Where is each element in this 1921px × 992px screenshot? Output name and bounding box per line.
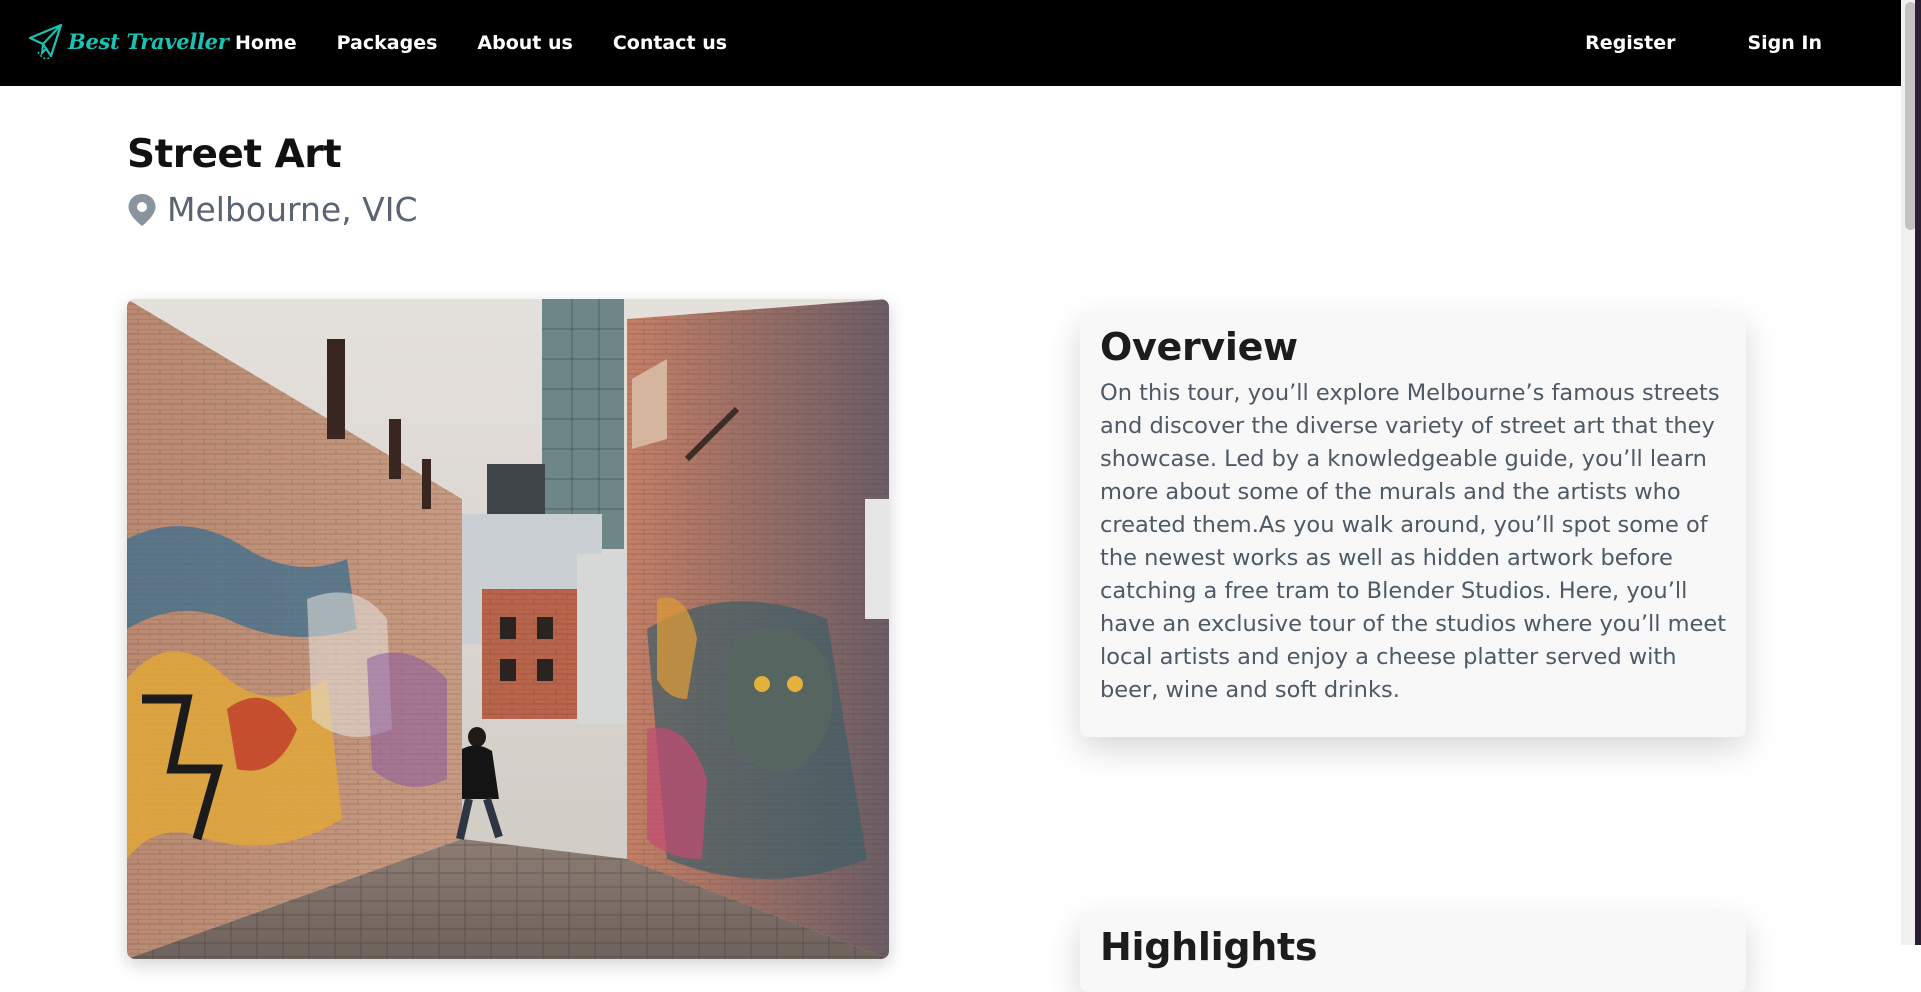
paper-plane-icon	[28, 23, 63, 60]
brand-logo[interactable]: Best Traveller	[28, 22, 229, 60]
top-navbar: Best Traveller Home Packages About us Co…	[0, 0, 1901, 86]
map-pin-icon	[128, 193, 156, 226]
register-link[interactable]: Register	[1585, 32, 1675, 54]
auth-nav: Register Sign In	[1513, 0, 1822, 86]
nav-about-us[interactable]: About us	[477, 32, 572, 54]
overview-card: Overview On this tour, you’ll explore Me…	[1080, 312, 1746, 737]
nav-home[interactable]: Home	[235, 32, 297, 54]
brand-name: Best Traveller	[68, 28, 229, 54]
nav-packages[interactable]: Packages	[337, 32, 438, 54]
highlights-card: Highlights	[1080, 912, 1746, 992]
overview-body: On this tour, you’ll explore Melbourne’s…	[1100, 380, 1727, 703]
location-row: Melbourne, VIC	[127, 190, 418, 229]
highlights-heading: Highlights	[1100, 925, 1318, 969]
location-text: Melbourne, VIC	[167, 190, 418, 229]
page-title: Street Art	[127, 132, 342, 177]
overview-heading: Overview	[1100, 325, 1298, 369]
window-edge	[1915, 0, 1921, 945]
sign-in-link[interactable]: Sign In	[1747, 32, 1822, 54]
main-nav: Home Packages About us Contact us	[235, 0, 767, 86]
street-art-alley-image	[127, 299, 889, 959]
street-art-photo	[127, 299, 889, 959]
nav-contact-us[interactable]: Contact us	[613, 32, 727, 54]
